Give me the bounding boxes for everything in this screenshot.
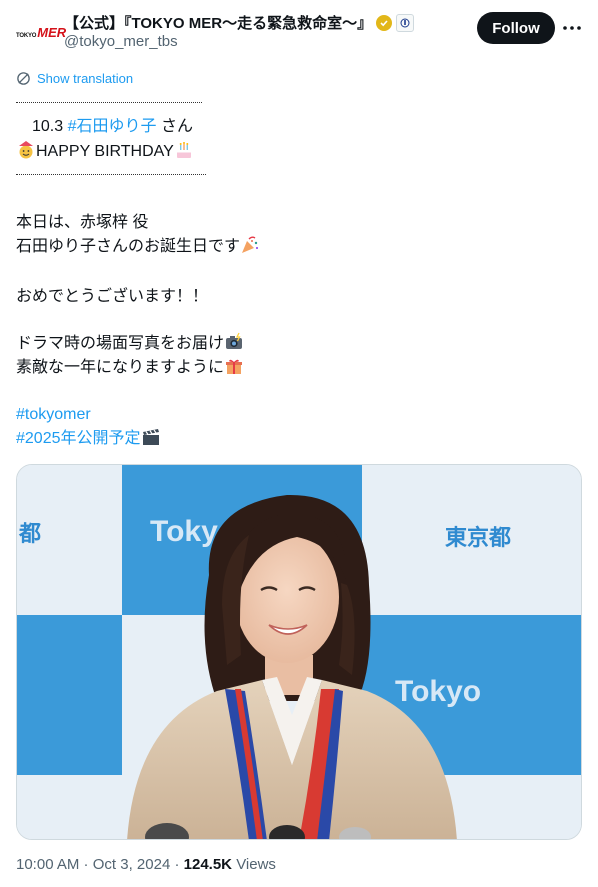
birthday-cake-icon: [176, 142, 191, 158]
hashtag-tokyomer[interactable]: #tokyomer: [16, 403, 91, 427]
tweet-date[interactable]: Oct 3, 2024: [93, 856, 171, 873]
show-translation[interactable]: Show translation: [16, 71, 133, 86]
backdrop-text-tokyo-2: Tokyo: [395, 675, 481, 708]
tweet-time[interactable]: 10:00 AM: [16, 856, 79, 873]
birthday-scene-photo: Tokyo 東京都 Tokyo 都: [17, 465, 581, 839]
handle[interactable]: @tokyo_mer_tbs: [64, 33, 178, 50]
views-label: Views: [236, 856, 276, 873]
dotted-divider: [16, 102, 202, 103]
backdrop-text-to: 都: [18, 522, 41, 547]
translate-icon: [17, 72, 30, 85]
tweet-meta: 10:00 AM · Oct 3, 2024 · 124.5K Views: [16, 856, 276, 873]
tweet-line-6: ドラマ時の場面写真をお届け: [16, 332, 244, 356]
backdrop-text-tokyo-to: 東京都: [445, 525, 511, 551]
tweet-line-1: 10.3 #石田ゆり子 さん: [32, 118, 193, 135]
tweet-line-3: 本日は、赤塚梓 役: [16, 214, 149, 231]
tweet-line-5: おめでとうございます！！: [16, 288, 209, 305]
party-popper-icon: [242, 236, 259, 253]
show-translation-label[interactable]: Show translation: [37, 71, 133, 86]
display-name[interactable]: 【公式】『TOKYO MER〜走る緊急救命室〜』: [64, 12, 372, 33]
tweet-line-7: 素敵な一年になりますように: [16, 356, 244, 380]
hashtag-2025-release[interactable]: #2025年公開予定: [16, 430, 141, 447]
tweet-line-4: 石田ゆり子さんのお誕生日です: [16, 235, 260, 259]
affiliate-badge-icon[interactable]: [396, 13, 415, 32]
tweet-photo[interactable]: Tokyo 東京都 Tokyo 都: [16, 464, 582, 840]
gift-icon: [226, 359, 243, 374]
display-name-row[interactable]: 【公式】『TOKYO MER〜走る緊急救命室〜』: [64, 12, 415, 33]
avatar-logo-text: TOKYO: [16, 33, 37, 39]
tweet-line-hashtag2: #2025年公開予定: [16, 427, 161, 451]
dotted-divider: [16, 174, 206, 175]
hashtag-ishida-yuriko[interactable]: #石田ゆり子: [68, 118, 157, 135]
clapper-board-icon: [142, 429, 159, 445]
views-count: 124.5K: [183, 856, 233, 873]
celebration-face-icon: [19, 141, 33, 159]
gold-verified-badge-icon[interactable]: [376, 14, 393, 31]
follow-button[interactable]: Follow: [477, 12, 555, 44]
avatar[interactable]: TOKYO MER: [16, 18, 66, 48]
camera-flash-icon: [226, 332, 243, 349]
more-options-icon[interactable]: [560, 16, 584, 40]
tweet-line-2: HAPPY BIRTHDAY: [16, 140, 194, 164]
